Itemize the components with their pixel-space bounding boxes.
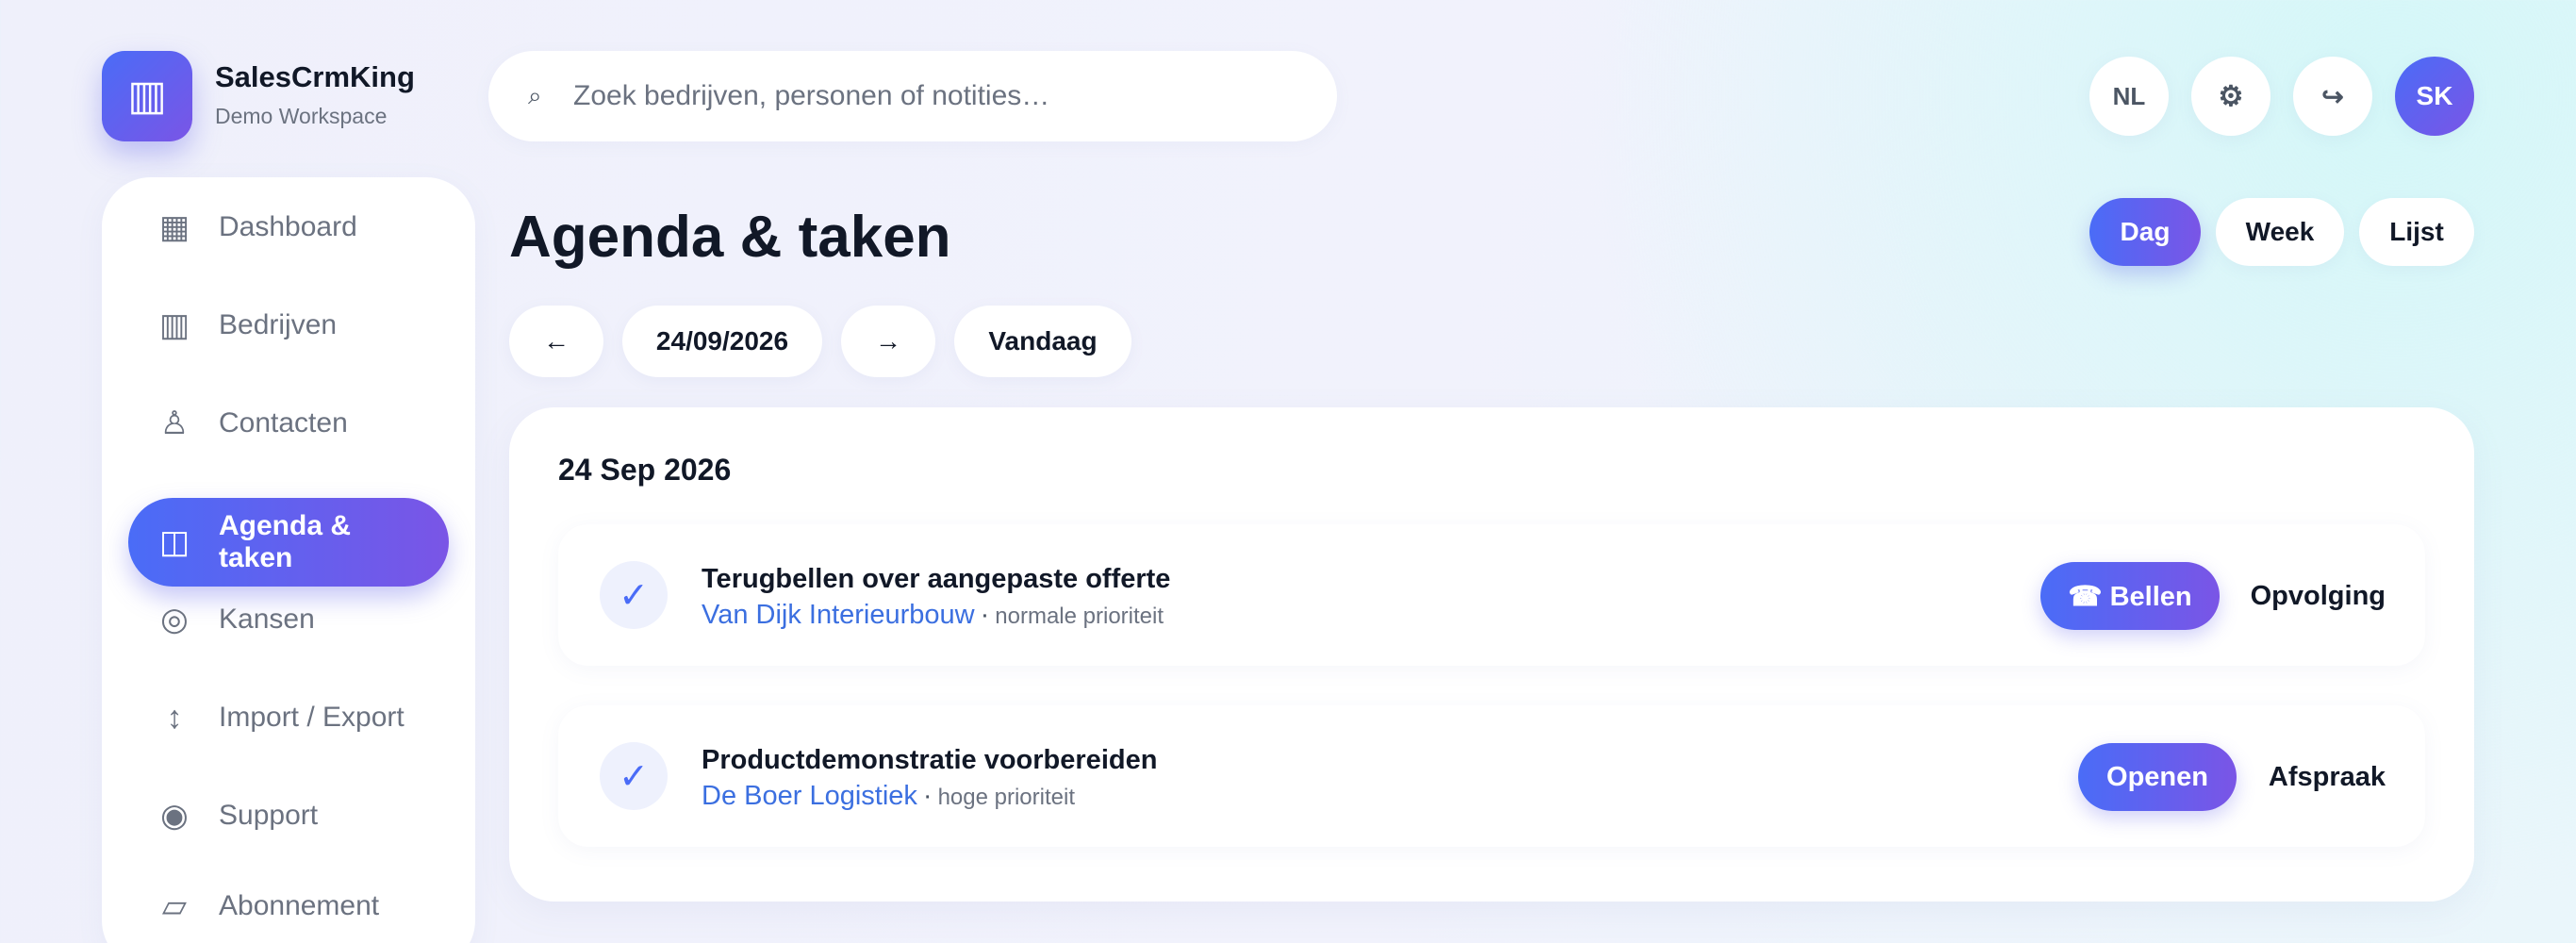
sidebar-item-dashboard[interactable]: ▦ Dashboard — [128, 183, 449, 272]
day-heading: 24 Sep 2026 — [558, 453, 732, 487]
search-input[interactable] — [573, 80, 1309, 112]
person-icon: ♙ — [159, 405, 190, 441]
app-name: SalesCrmKing — [215, 60, 415, 93]
today-button[interactable]: Vandaag — [954, 306, 1131, 377]
day-panel: 24 Sep 2026 ✓ Terugbellen over aangepast… — [509, 407, 2474, 902]
search-bar[interactable]: ⌕ — [488, 51, 1337, 141]
user-avatar[interactable]: SK — [2395, 57, 2474, 136]
task-item[interactable]: ✓ Terugbellen over aangepaste offerte Va… — [558, 524, 2425, 666]
previous-day-arrow-icon[interactable]: ← — [509, 306, 603, 377]
task-company-link[interactable]: De Boer Logistiek — [702, 781, 917, 811]
view-week-button[interactable]: Week — [2216, 198, 2344, 266]
sidebar-item-label: Kansen — [219, 603, 315, 635]
logout-icon[interactable]: ↪ — [2293, 57, 2372, 136]
sidebar-item-label: Abonnement — [219, 889, 380, 921]
app-logo-icon[interactable]: ▥ — [102, 51, 192, 141]
task-meta: De Boer Logistiek · hoge prioriteit — [702, 781, 1075, 812]
sidebar-item-label: Contacten — [219, 406, 348, 438]
support-icon: ◉ — [160, 798, 189, 834]
view-list-button[interactable]: Lijst — [2359, 198, 2474, 266]
sidebar-item-support[interactable]: ◉ Support — [128, 771, 449, 860]
sidebar-item-contacten[interactable]: ♙ Contacten — [128, 379, 449, 468]
task-company-link[interactable]: Van Dijk Interieurbouw — [702, 600, 975, 630]
task-title: Terugbellen over aangepaste offerte — [702, 564, 1171, 594]
check-icon[interactable]: ✓ — [600, 561, 668, 629]
sidebar-item-label: Dashboard — [219, 210, 357, 242]
building-icon: ▥ — [158, 307, 190, 343]
sidebar-item-bedrijven[interactable]: ▥ Bedrijven — [128, 281, 449, 370]
sidebar-item-label: Bedrijven — [219, 308, 338, 340]
import-export-icon: ↕ — [166, 699, 183, 736]
language-button[interactable]: NL — [2089, 57, 2169, 136]
task-type: Opvolging — [2250, 581, 2386, 611]
settings-gear-icon[interactable]: ⚙ — [2191, 57, 2271, 136]
sidebar-item-label: Agenda & taken — [219, 509, 352, 574]
subscription-icon: ▱ — [161, 888, 188, 924]
current-date-button[interactable]: 24/09/2026 — [622, 306, 822, 377]
call-button[interactable]: ☎ Bellen — [2040, 562, 2220, 630]
task-title: Productdemonstratie voorbereiden — [702, 745, 1158, 775]
open-button[interactable]: Openen — [2078, 743, 2237, 811]
task-type: Afspraak — [2268, 762, 2386, 792]
task-priority: normale prioriteit — [995, 604, 1164, 629]
calendar-icon: ◫ — [158, 524, 190, 560]
page-title: Agenda & taken — [509, 205, 951, 270]
sidebar-item-abonnement[interactable]: ▱ Abonnement — [128, 862, 449, 943]
search-icon: ⌕ — [528, 81, 542, 109]
sidebar: ▦ Dashboard ▥ Bedrijven ♙ Contacten ◫ Ag… — [102, 177, 475, 943]
task-separator: · — [980, 600, 990, 630]
check-icon[interactable]: ✓ — [600, 742, 668, 810]
task-priority: hoge prioriteit — [937, 785, 1075, 810]
dashboard-icon: ▦ — [158, 209, 190, 245]
sidebar-item-label: Import / Export — [219, 701, 405, 733]
task-separator: · — [922, 781, 933, 811]
view-day-button[interactable]: Dag — [2089, 198, 2201, 266]
sidebar-item-agenda[interactable]: ◫ Agenda & taken — [128, 498, 449, 587]
sidebar-item-import-export[interactable]: ↕ Import / Export — [128, 673, 449, 762]
workspace-name: Demo Workspace — [215, 104, 388, 128]
sidebar-item-label: Support — [219, 799, 319, 831]
task-meta: Van Dijk Interieurbouw · normale prioritei… — [702, 600, 1164, 631]
sidebar-item-kansen[interactable]: ◎ Kansen — [128, 575, 449, 664]
next-day-arrow-icon[interactable]: → — [841, 306, 935, 377]
task-item[interactable]: ✓ Productdemonstratie voorbereiden De Bo… — [558, 705, 2425, 847]
target-icon: ◎ — [160, 602, 189, 637]
